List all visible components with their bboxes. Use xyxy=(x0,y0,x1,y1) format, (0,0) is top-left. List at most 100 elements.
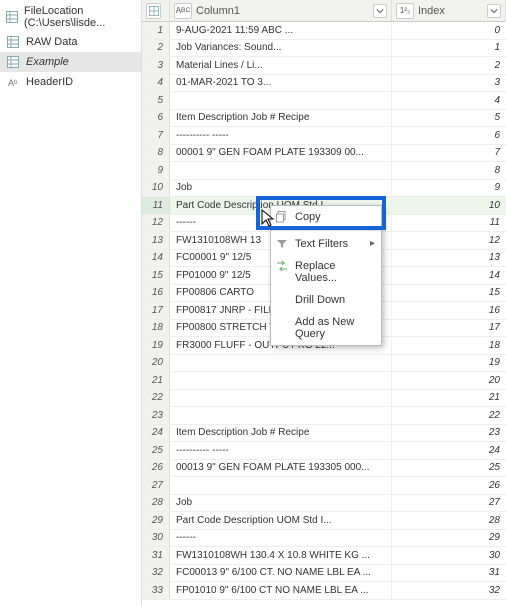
ctx-add-as-new-query[interactable]: Add as New Query xyxy=(271,311,381,345)
cell-index[interactable]: 3 xyxy=(392,75,506,92)
table-row[interactable]: 25---------- -----24 xyxy=(142,442,506,460)
table-row[interactable]: 2 Job Variances: Sound...1 xyxy=(142,40,506,58)
sidebar-item-headerid[interactable]: Aᵇ HeaderID xyxy=(0,72,141,92)
cell-index[interactable]: 4 xyxy=(392,92,506,109)
table-row[interactable]: 98 xyxy=(142,162,506,180)
cell-column1[interactable] xyxy=(170,372,392,389)
ctx-text-filters[interactable]: Text Filters xyxy=(271,233,381,255)
table-row[interactable]: 33 FP01010 9" 6/100 CT NO NAME LBL EA ..… xyxy=(142,582,506,600)
cell-index[interactable]: 13 xyxy=(392,250,506,267)
cell-column1[interactable]: ------ xyxy=(170,530,392,547)
cell-index[interactable]: 21 xyxy=(392,390,506,407)
row-number-header[interactable] xyxy=(142,0,170,21)
table-row[interactable]: 32 FC00013 9" 6/100 CT. NO NAME LBL EA .… xyxy=(142,565,506,583)
cell-column1[interactable]: Part Code Description UOM Std I... xyxy=(170,512,392,529)
cell-column1[interactable] xyxy=(170,390,392,407)
ctx-copy[interactable]: Copy xyxy=(271,206,381,228)
cell-column1[interactable]: 00013 9" GEN FOAM PLATE 193305 000... xyxy=(170,460,392,477)
cell-column1[interactable]: 00001 9" GEN FOAM PLATE 193309 00... xyxy=(170,145,392,162)
table-row[interactable]: 6Item Description Job # Recipe5 xyxy=(142,110,506,128)
cell-index[interactable]: 0 xyxy=(392,22,506,39)
column-header-index[interactable]: 1²₃ Index xyxy=(392,0,506,21)
cell-index[interactable]: 16 xyxy=(392,302,506,319)
cell-index[interactable]: 18 xyxy=(392,337,506,354)
cell-index[interactable]: 28 xyxy=(392,512,506,529)
column-header-column1[interactable]: ABC Column1 xyxy=(170,0,392,21)
cell-column1[interactable] xyxy=(170,407,392,424)
ctx-drill-down[interactable]: Drill Down xyxy=(271,289,381,311)
table-row[interactable]: 2120 xyxy=(142,372,506,390)
cell-index[interactable]: 20 xyxy=(392,372,506,389)
cell-column1[interactable]: Job Variances: Sound... xyxy=(170,40,392,57)
table-row[interactable]: 3 Material Lines / Li...2 xyxy=(142,57,506,75)
cell-index[interactable]: 14 xyxy=(392,267,506,284)
table-row[interactable]: 30 ------29 xyxy=(142,530,506,548)
cell-index[interactable]: 22 xyxy=(392,407,506,424)
cell-column1[interactable]: FP01010 9" 6/100 CT NO NAME LBL EA ... xyxy=(170,582,392,599)
cell-index[interactable]: 5 xyxy=(392,110,506,127)
cell-index[interactable]: 15 xyxy=(392,285,506,302)
cell-column1[interactable]: Job xyxy=(170,495,392,512)
cell-index[interactable]: 9 xyxy=(392,180,506,197)
table-row[interactable]: 19-AUG-2021 11:59 ABC ...0 xyxy=(142,22,506,40)
table-row[interactable]: 54 xyxy=(142,92,506,110)
row-number: 28 xyxy=(142,495,170,512)
table-row[interactable]: 2322 xyxy=(142,407,506,425)
cell-column1[interactable]: 9-AUG-2021 11:59 ABC ... xyxy=(170,22,392,39)
cell-index[interactable]: 23 xyxy=(392,425,506,442)
cell-index[interactable]: 24 xyxy=(392,442,506,459)
table-row[interactable]: 29 Part Code Description UOM Std I...28 xyxy=(142,512,506,530)
table-row[interactable]: 2726 xyxy=(142,477,506,495)
table-row[interactable]: 800001 9" GEN FOAM PLATE 193309 00...7 xyxy=(142,145,506,163)
cell-index[interactable]: 1 xyxy=(392,40,506,57)
cell-index[interactable]: 6 xyxy=(392,127,506,144)
cell-column1[interactable] xyxy=(170,355,392,372)
cell-index[interactable]: 10 xyxy=(392,197,506,214)
table-row[interactable]: 28 Job27 xyxy=(142,495,506,513)
table-row[interactable]: 10 Job9 xyxy=(142,180,506,198)
cell-column1[interactable] xyxy=(170,162,392,179)
cell-column1[interactable]: FC00013 9" 6/100 CT. NO NAME LBL EA ... xyxy=(170,565,392,582)
table-row[interactable]: 31 FW1310108WH 130.4 X 10.8 WHITE KG ...… xyxy=(142,547,506,565)
cell-column1[interactable] xyxy=(170,92,392,109)
column-dropdown[interactable] xyxy=(487,4,501,18)
cell-index[interactable]: 8 xyxy=(392,162,506,179)
row-number: 9 xyxy=(142,162,170,179)
table-row[interactable]: 24Item Description Job # Recipe23 xyxy=(142,425,506,443)
cell-index[interactable]: 27 xyxy=(392,495,506,512)
cell-column1[interactable]: Job xyxy=(170,180,392,197)
cell-column1[interactable]: 01-MAR-2021 TO 3... xyxy=(170,75,392,92)
ctx-replace-values[interactable]: Replace Values... xyxy=(271,255,381,289)
table-row[interactable]: 2019 xyxy=(142,355,506,373)
cell-index[interactable]: 29 xyxy=(392,530,506,547)
cell-index[interactable]: 25 xyxy=(392,460,506,477)
cell-index[interactable]: 7 xyxy=(392,145,506,162)
cell-index[interactable]: 31 xyxy=(392,565,506,582)
cell-index[interactable]: 19 xyxy=(392,355,506,372)
cell-column1[interactable]: Item Description Job # Recipe xyxy=(170,425,392,442)
table-row[interactable]: 2600013 9" GEN FOAM PLATE 193305 000...2… xyxy=(142,460,506,478)
row-number: 13 xyxy=(142,232,170,249)
cell-index[interactable]: 11 xyxy=(392,215,506,232)
column-dropdown[interactable] xyxy=(373,4,387,18)
cell-column1[interactable] xyxy=(170,477,392,494)
sidebar-item-rawdata[interactable]: RAW Data xyxy=(0,32,141,52)
sidebar-item-example[interactable]: Example xyxy=(0,52,141,72)
cell-index[interactable]: 32 xyxy=(392,582,506,599)
table-row[interactable]: 7---------- -----6 xyxy=(142,127,506,145)
cell-column1[interactable]: Item Description Job # Recipe xyxy=(170,110,392,127)
table-row[interactable]: 4 01-MAR-2021 TO 3...3 xyxy=(142,75,506,93)
row-number: 6 xyxy=(142,110,170,127)
sidebar-item-filelocation[interactable]: FileLocation (C:\Users\lisde... xyxy=(0,2,141,32)
cell-index[interactable]: 26 xyxy=(392,477,506,494)
cell-index[interactable]: 30 xyxy=(392,547,506,564)
cell-column1[interactable]: ---------- ----- xyxy=(170,442,392,459)
cell-column1[interactable]: ---------- ----- xyxy=(170,127,392,144)
cell-column1[interactable]: Material Lines / Li... xyxy=(170,57,392,74)
table-row[interactable]: 2221 xyxy=(142,390,506,408)
cell-index[interactable]: 12 xyxy=(392,232,506,249)
cell-index[interactable]: 17 xyxy=(392,320,506,337)
cell-index[interactable]: 2 xyxy=(392,57,506,74)
row-number: 18 xyxy=(142,320,170,337)
cell-column1[interactable]: FW1310108WH 130.4 X 10.8 WHITE KG ... xyxy=(170,547,392,564)
